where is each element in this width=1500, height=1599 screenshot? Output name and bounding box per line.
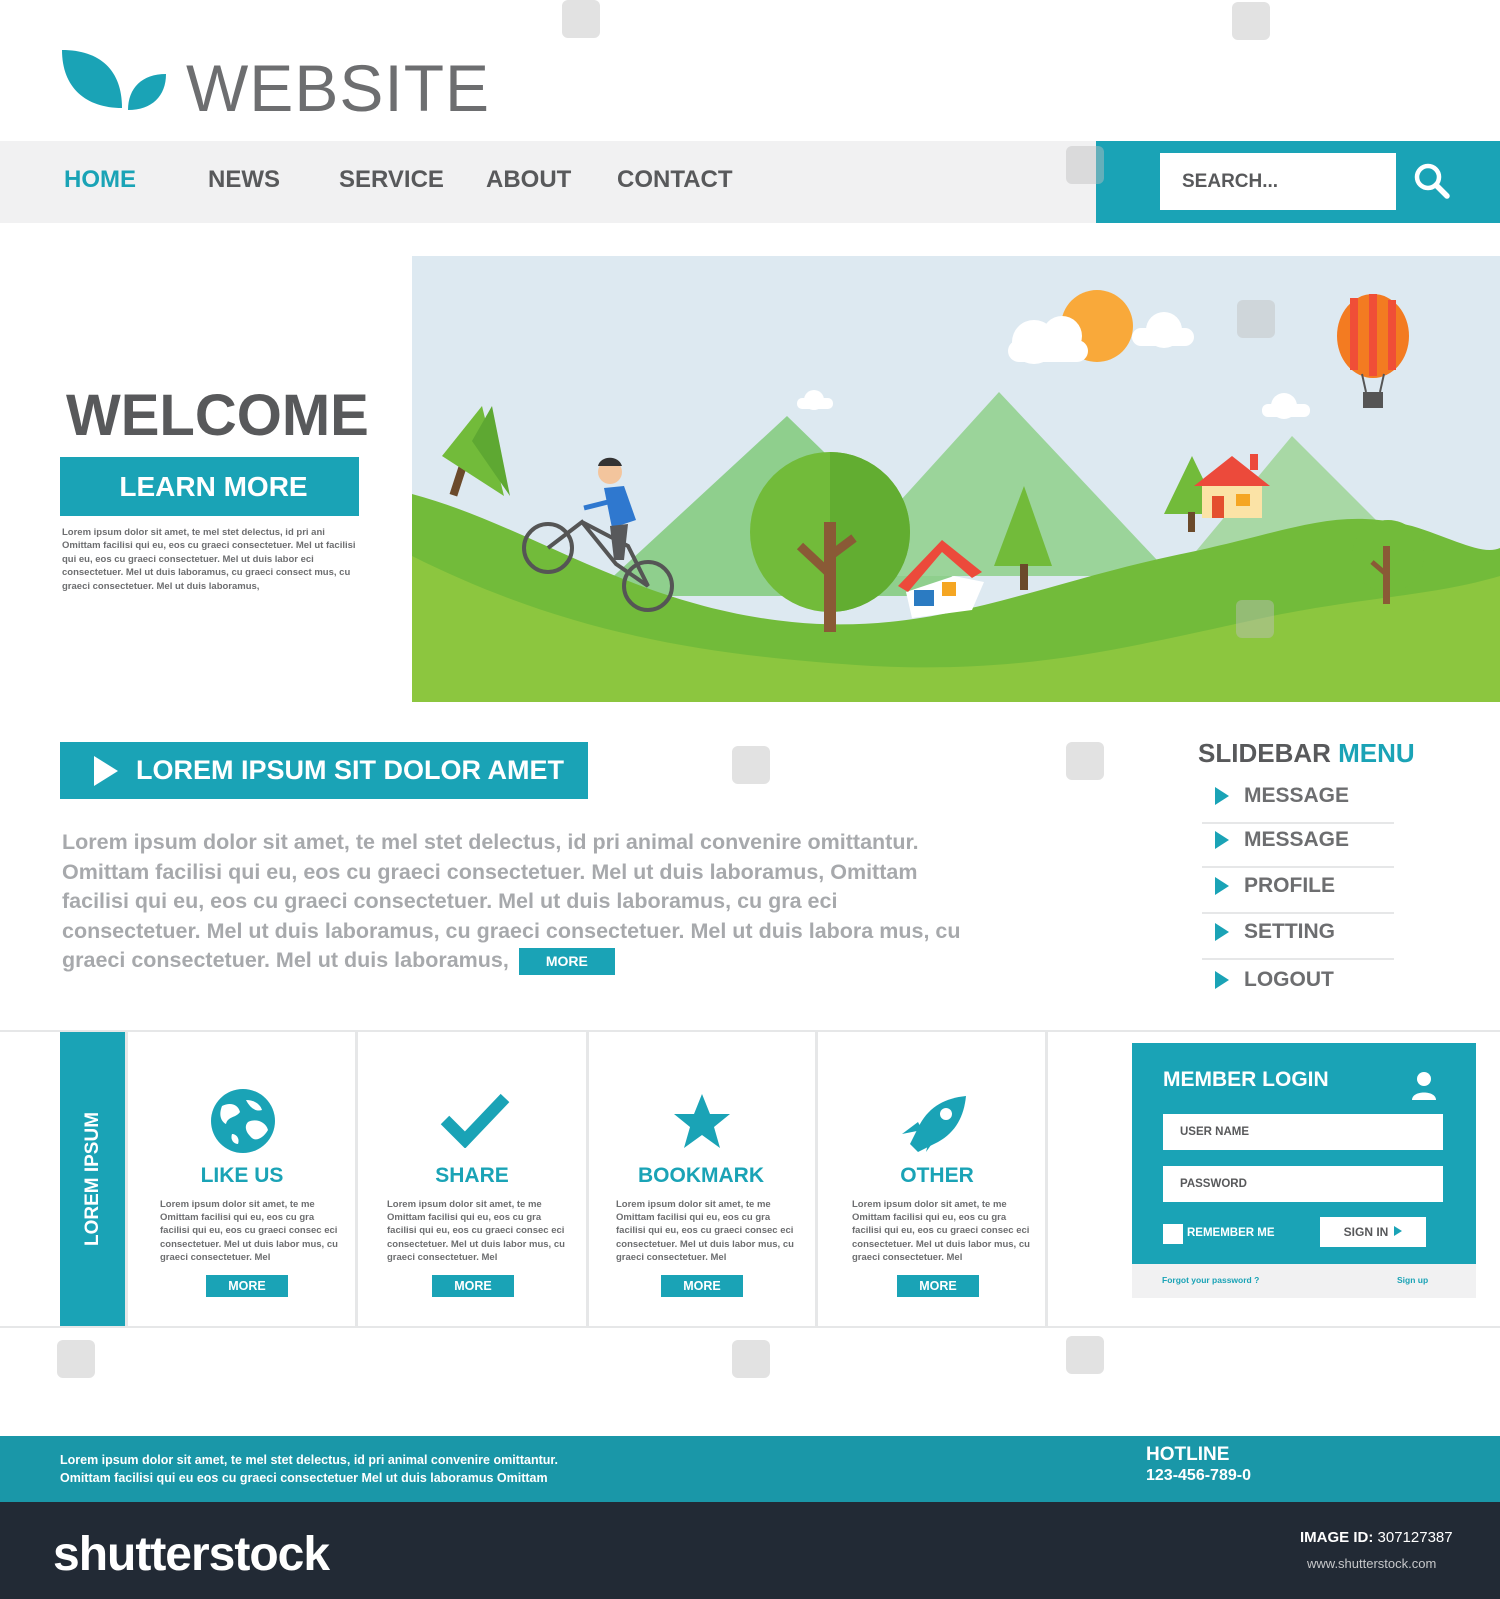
watermark-icon	[1066, 742, 1104, 780]
sidebar-item-logout[interactable]: LOGOUT	[1202, 962, 1394, 1008]
feature-title: LIKE US	[200, 1164, 284, 1187]
watermark-icon	[732, 746, 770, 784]
divider	[815, 1032, 818, 1326]
feature-text: Lorem ipsum dolor sit amet, te me Omitta…	[387, 1199, 565, 1263]
sign-up-link[interactable]: Sign up	[1397, 1275, 1428, 1285]
nav-news[interactable]: NEWS	[208, 166, 280, 194]
sidebar-item-label: MESSAGE	[1244, 828, 1350, 851]
arrow-right-icon	[1215, 787, 1229, 811]
sidebar-item-message[interactable]: MESSAGE	[1202, 778, 1394, 824]
arrow-right-icon	[1215, 923, 1229, 947]
search-bar	[1096, 141, 1500, 223]
divider	[0, 1030, 1500, 1032]
nav-contact[interactable]: CONTACT	[617, 166, 733, 194]
sidebar-menu-title: SLIDEBAR MENU	[1198, 738, 1415, 769]
sidebar-item-label: PROFILE	[1244, 874, 1336, 897]
watermark-icon	[1237, 300, 1275, 338]
footer-line: Omittam facilisi qui eu eos cu graeci co…	[60, 1470, 548, 1485]
more-button[interactable]: MORE	[432, 1275, 514, 1297]
sidebar-title-accent: MENU	[1338, 738, 1415, 768]
divider	[0, 1326, 1500, 1328]
image-id-label: IMAGE ID:	[1300, 1529, 1374, 1546]
sidebar-item-label: MESSAGE	[1244, 784, 1350, 807]
image-id-value: 307127387	[1377, 1529, 1453, 1546]
feature-text: Lorem ipsum dolor sit amet, te me Omitta…	[160, 1199, 338, 1263]
stock-logo: shutterstock	[53, 1528, 330, 1581]
search-icon[interactable]	[1412, 161, 1452, 206]
nav-home[interactable]: HOME	[64, 166, 136, 194]
watermark-icon	[1232, 2, 1270, 40]
feature-title: BOOKMARK	[638, 1164, 764, 1187]
footer-text: Lorem ipsum dolor sit amet, te mel stet …	[60, 1452, 558, 1487]
sidebar-item-message-2[interactable]: MESSAGE	[1202, 822, 1394, 868]
brand-logo[interactable]	[60, 48, 170, 114]
remember-me-checkbox[interactable]	[1163, 1224, 1183, 1244]
more-button[interactable]: MORE	[661, 1275, 743, 1297]
globe-icon	[210, 1088, 276, 1159]
section-body: Lorem ipsum dolor sit amet, te mel stet …	[62, 828, 982, 976]
star-icon	[672, 1092, 732, 1155]
arrow-right-icon	[1394, 1225, 1403, 1239]
password-field[interactable]	[1163, 1166, 1443, 1202]
image-id: IMAGE ID: 307127387	[1300, 1529, 1453, 1546]
rocket-icon	[900, 1094, 970, 1159]
play-arrow-icon	[92, 756, 118, 793]
learn-more-button[interactable]: LEARN MORE	[60, 457, 359, 516]
user-icon	[1410, 1070, 1438, 1105]
watermark-icon	[1066, 146, 1104, 184]
sidebar-item-label: SETTING	[1244, 920, 1336, 943]
feature-text: Lorem ipsum dolor sit amet, te me Omitta…	[852, 1199, 1030, 1263]
welcome-heading: WELCOME	[66, 383, 369, 448]
sidebar-item-profile[interactable]: PROFILE	[1202, 868, 1394, 914]
divider	[355, 1032, 358, 1326]
section-body-text: Lorem ipsum dolor sit amet, te mel stet …	[62, 830, 961, 973]
divider	[125, 1032, 128, 1326]
section-title: LOREM IPSUM SIT DOLOR AMET	[136, 755, 564, 785]
watermark-icon	[1236, 600, 1274, 638]
footer-line: Lorem ipsum dolor sit amet, te mel stet …	[60, 1453, 559, 1467]
arrow-right-icon	[1215, 831, 1229, 855]
more-button[interactable]: MORE	[206, 1275, 288, 1297]
divider	[586, 1032, 589, 1326]
watermark-icon	[57, 1340, 95, 1378]
more-button[interactable]: MORE	[897, 1275, 979, 1297]
more-button[interactable]: MORE	[518, 948, 615, 976]
nav-service[interactable]: SERVICE	[339, 166, 444, 194]
hotline-number[interactable]: 123-456-789-0	[1146, 1467, 1251, 1485]
username-field[interactable]	[1163, 1114, 1443, 1150]
search-input[interactable]	[1160, 153, 1396, 210]
login-title: MEMBER LOGIN	[1163, 1068, 1329, 1091]
watermark-icon	[1066, 1336, 1104, 1374]
arrow-right-icon	[1215, 877, 1229, 901]
remember-me-label: REMEMBER ME	[1187, 1227, 1275, 1239]
feature-title: OTHER	[900, 1164, 974, 1187]
arrow-right-icon	[1215, 971, 1229, 995]
nav-about[interactable]: ABOUT	[486, 166, 571, 194]
leaf-icon	[62, 50, 166, 110]
watermark-icon	[732, 1340, 770, 1378]
watermark-icon	[562, 0, 600, 38]
hotline-label: HOTLINE	[1146, 1444, 1230, 1465]
sidebar-title-plain: SLIDEBAR	[1198, 738, 1331, 768]
sidebar-item-setting[interactable]: SETTING	[1202, 914, 1394, 960]
forgot-password-link[interactable]: Forgot your password ?	[1162, 1275, 1259, 1285]
feature-title: SHARE	[435, 1164, 509, 1187]
vertical-tab-label: LOREM IPSUM	[81, 1111, 103, 1247]
section-title-banner: LOREM IPSUM SIT DOLOR AMET	[60, 742, 588, 799]
sign-in-button[interactable]: SIGN IN	[1320, 1217, 1426, 1247]
hero-description: Lorem ipsum dolor sit amet, te mel stet …	[62, 527, 356, 592]
stock-url: www.shutterstock.com	[1307, 1556, 1437, 1571]
hero-illustration	[412, 256, 1500, 702]
sidebar-item-label: LOGOUT	[1244, 968, 1334, 991]
feature-text: Lorem ipsum dolor sit amet, te me Omitta…	[616, 1199, 794, 1263]
brand-name[interactable]: WEBSITE	[186, 50, 490, 126]
vertical-tab[interactable]: LOREM IPSUM	[60, 1032, 125, 1326]
sign-in-label: SIGN IN	[1343, 1225, 1389, 1239]
checkmark-icon	[440, 1092, 510, 1153]
